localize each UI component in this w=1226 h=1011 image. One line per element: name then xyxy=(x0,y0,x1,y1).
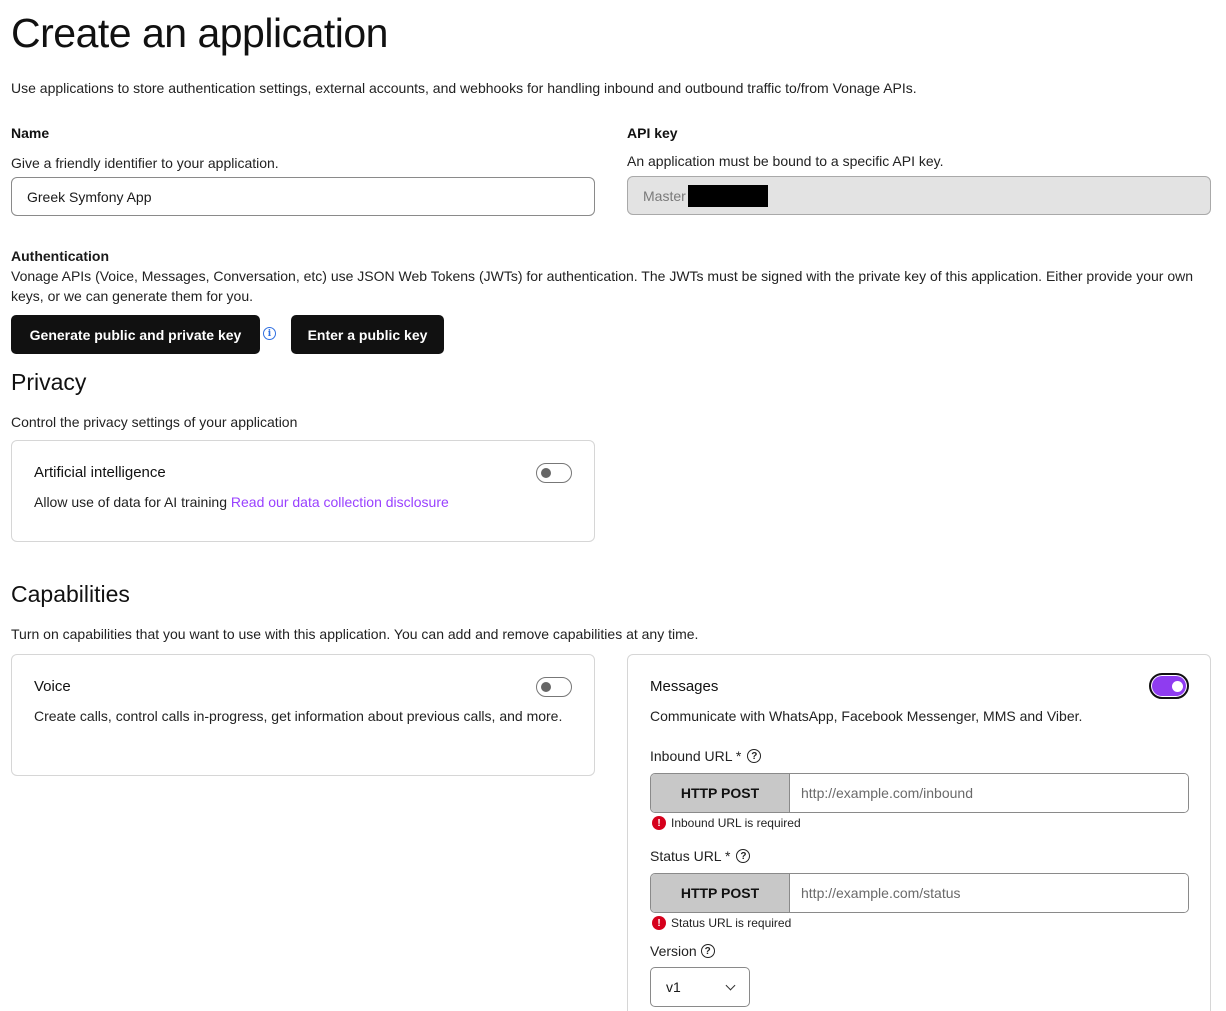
name-help: Give a friendly identifier to your appli… xyxy=(11,155,279,171)
status-method-select[interactable]: HTTP POST xyxy=(651,874,790,912)
toggle-knob xyxy=(541,468,551,478)
page-title: Create an application xyxy=(11,10,388,56)
page-intro: Use applications to store authentication… xyxy=(11,80,917,96)
name-input[interactable]: Greek Symfony App xyxy=(11,177,595,216)
status-url-group: HTTP POST xyxy=(650,873,1189,913)
help-icon[interactable]: ? xyxy=(736,849,751,863)
inbound-url-label: Inbound URL * ? xyxy=(650,748,762,764)
voice-toggle[interactable] xyxy=(536,677,572,697)
inbound-url-group: HTTP POST xyxy=(650,773,1189,813)
version-select-value: v1 xyxy=(666,979,681,995)
toggle-knob xyxy=(541,682,551,692)
api-key-label: API key xyxy=(627,125,678,141)
status-error-text: Status URL is required xyxy=(671,916,792,930)
generate-keys-button[interactable]: Generate public and private key xyxy=(11,315,260,354)
redacted-block xyxy=(688,184,769,207)
capabilities-title: Capabilities xyxy=(11,581,130,607)
toggle-knob xyxy=(1172,681,1183,692)
info-icon[interactable]: i xyxy=(263,327,276,340)
voice-description: Create calls, control calls in-progress,… xyxy=(34,708,563,724)
help-icon[interactable]: ? xyxy=(747,749,762,763)
chevron-down-icon xyxy=(725,980,736,990)
version-label: Version ? xyxy=(650,943,715,959)
error-icon: ! xyxy=(652,916,666,930)
enter-public-key-button[interactable]: Enter a public key xyxy=(291,315,444,354)
inbound-error-text: Inbound URL is required xyxy=(671,816,801,830)
version-label-text: Version xyxy=(650,943,697,959)
privacy-title: Privacy xyxy=(11,369,87,395)
ai-card: Artificial intelligence Allow use of dat… xyxy=(11,440,595,542)
status-url-label-text: Status URL * xyxy=(650,848,731,864)
ai-description-text: Allow use of data for AI training xyxy=(34,494,227,510)
ai-title: Artificial intelligence xyxy=(34,464,166,481)
inbound-method-select[interactable]: HTTP POST xyxy=(651,774,790,812)
ai-toggle[interactable] xyxy=(536,463,572,483)
error-icon: ! xyxy=(652,816,666,830)
name-input-value: Greek Symfony App xyxy=(27,188,152,205)
version-select[interactable]: v1 xyxy=(650,967,750,1007)
status-error: ! Status URL is required xyxy=(652,916,791,930)
privacy-description: Control the privacy settings of your app… xyxy=(11,414,298,430)
messages-title: Messages xyxy=(650,678,719,695)
inbound-error: ! Inbound URL is required xyxy=(652,816,801,830)
name-label: Name xyxy=(11,125,50,141)
voice-title: Voice xyxy=(34,678,71,695)
api-key-value: Master ( xyxy=(643,187,695,204)
messages-card: Messages Communicate with WhatsApp, Face… xyxy=(627,654,1211,1011)
voice-card: Voice Create calls, control calls in-pro… xyxy=(11,654,595,776)
status-url-label: Status URL * ? xyxy=(650,848,751,864)
api-key-help: An application must be bound to a specif… xyxy=(627,153,944,169)
messages-toggle[interactable] xyxy=(1149,673,1189,699)
authentication-title: Authentication xyxy=(11,248,109,264)
help-icon[interactable]: ? xyxy=(700,944,715,958)
capabilities-description: Turn on capabilities that you want to us… xyxy=(11,626,699,642)
data-disclosure-link[interactable]: Read our data collection disclosure xyxy=(231,494,449,510)
api-key-select: Master ( xyxy=(627,176,1211,215)
ai-description: Allow use of data for AI training Read o… xyxy=(34,492,449,512)
inbound-url-label-text: Inbound URL * xyxy=(650,748,742,764)
inbound-url-input[interactable] xyxy=(790,774,1188,812)
authentication-description: Vonage APIs (Voice, Messages, Conversati… xyxy=(11,268,1194,304)
messages-description: Communicate with WhatsApp, Facebook Mess… xyxy=(650,708,1083,724)
status-url-input[interactable] xyxy=(790,874,1188,912)
